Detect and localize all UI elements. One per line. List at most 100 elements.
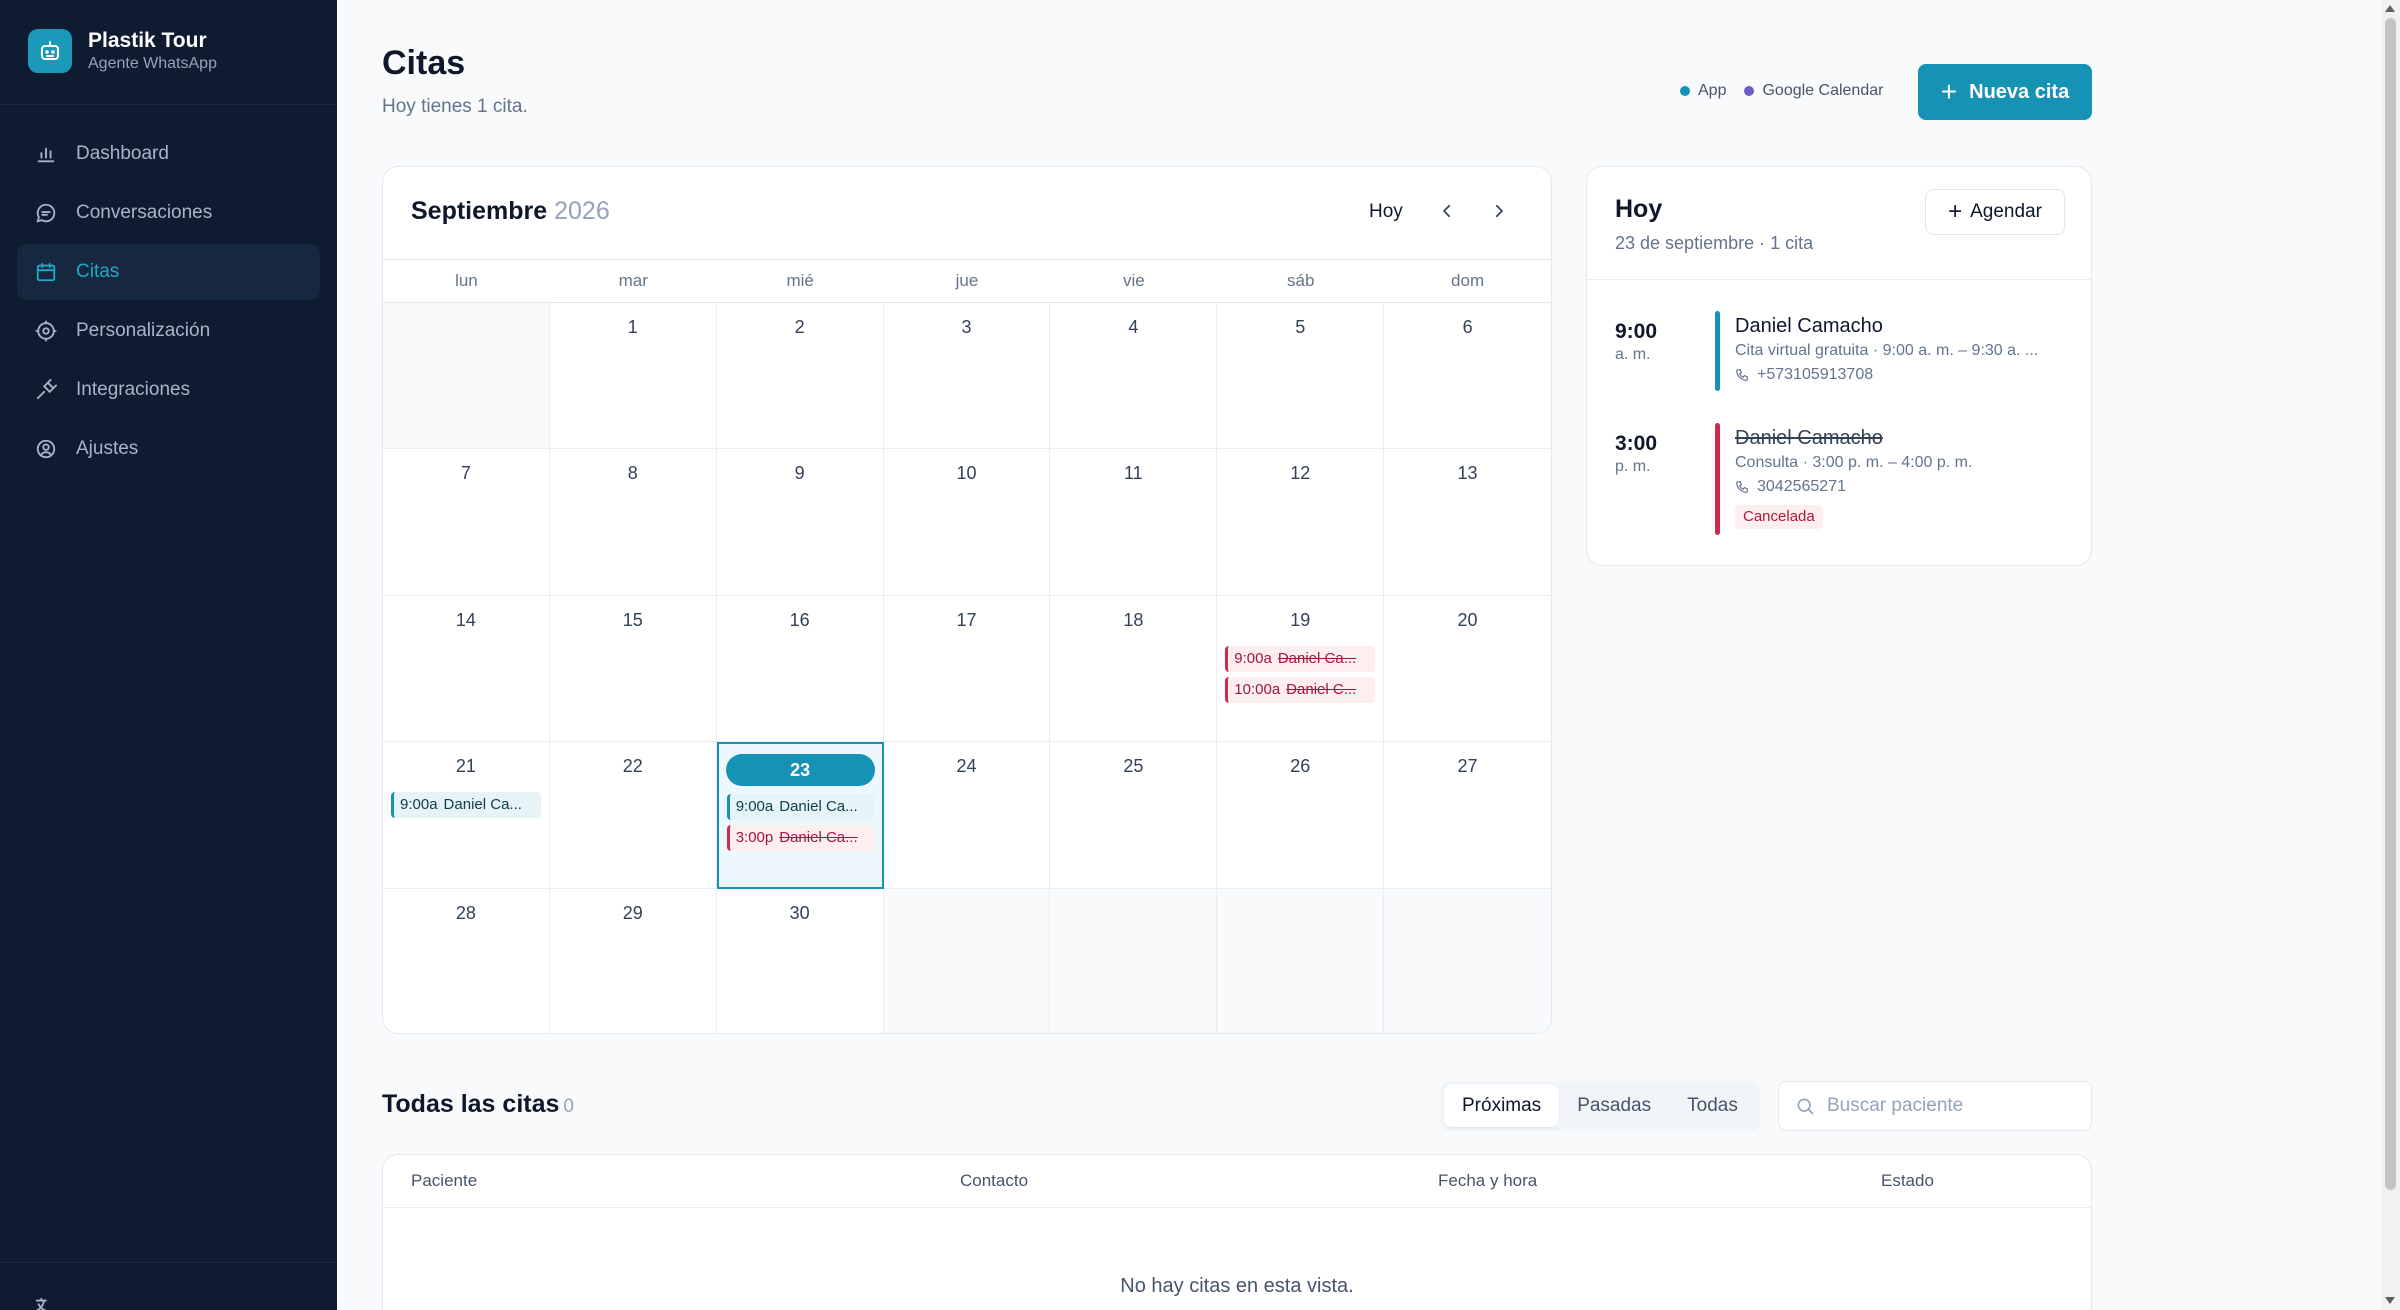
calendar-day[interactable]: 27 — [1384, 742, 1551, 889]
page-scrollbar[interactable] — [2381, 0, 2400, 1310]
appointment-item[interactable]: 3:00 p. m. Daniel Camacho Consulta · 3:0… — [1615, 423, 2075, 541]
language-icon[interactable] — [34, 1296, 56, 1310]
calendar-day[interactable]: 3 — [883, 303, 1051, 450]
calendar-day[interactable]: 30 — [717, 888, 884, 1033]
sidebar-item-label: Personalización — [76, 320, 211, 341]
calendar-day[interactable]: 2 — [716, 303, 884, 450]
appointment-status-bar — [1715, 311, 1720, 391]
chevron-right-icon[interactable] — [1485, 197, 1513, 225]
sidebar-item-personalizacion[interactable]: Personalización — [17, 303, 320, 359]
calendar-day[interactable]: 29 — [550, 888, 717, 1033]
today-panel-subtitle: 23 de septiembre · 1 cita — [1615, 233, 1814, 253]
calendar-event[interactable]: 9:00a Daniel Ca... — [1225, 645, 1376, 672]
sidebar-item-conversaciones[interactable]: Conversaciones — [17, 185, 320, 241]
brand[interactable]: Plastik Tour Agente WhatsApp — [28, 28, 217, 74]
calendar-day[interactable]: 20 — [1384, 596, 1551, 743]
weekday-label: mié — [786, 271, 814, 290]
calendar-day-number: 30 — [789, 902, 810, 923]
chevron-left-icon[interactable] — [1433, 197, 1461, 225]
sidebar-item-dashboard[interactable]: Dashboard — [17, 126, 320, 182]
calendar-day[interactable]: 19 9:00a Daniel Ca... 10:00a Daniel C... — [1217, 595, 1385, 743]
today-panel-title: Hoy — [1615, 195, 1663, 223]
calendar-day-number: 21 — [455, 756, 476, 777]
page-subtitle: Hoy tienes 1 cita. — [382, 96, 528, 117]
today-panel: Hoy 23 de septiembre · 1 cita + Agendar … — [1586, 166, 2092, 566]
calendar-day[interactable]: 11 — [1050, 449, 1218, 596]
appointment-phone: +573105913708 — [1735, 363, 2075, 387]
calendar-today-button[interactable]: Hoy — [1369, 201, 1403, 223]
calendar-event-time: 9:00a — [1234, 649, 1272, 667]
calendar-day[interactable]: 9 — [716, 449, 884, 596]
sidebar-item-integraciones[interactable]: Integraciones — [17, 362, 320, 418]
calendar-day-number: 20 — [1457, 609, 1478, 630]
sidebar-item-ajustes[interactable]: Ajustes — [17, 421, 320, 477]
status-badge: Cancelada — [1735, 505, 1823, 529]
legend-dot-icon — [1680, 86, 1690, 96]
calendar-day[interactable]: 24 — [883, 742, 1051, 889]
calendar-day[interactable]: 5 — [1217, 303, 1385, 450]
chart-icon — [37, 147, 55, 163]
legend-dot-icon — [1744, 86, 1755, 96]
calendar-day-number: 7 — [460, 463, 471, 484]
calendar-day[interactable]: 8 — [549, 449, 717, 596]
calendar-day-today[interactable]: 23 9:00a Daniel Ca... 3:00p Daniel Ca... — [716, 742, 884, 889]
search-input[interactable] — [1827, 1095, 2077, 1117]
calendar-event[interactable]: 9:00a Daniel Ca... — [726, 794, 874, 821]
calendar-day[interactable]: 6 — [1384, 303, 1551, 450]
calendar-day-number: 1 — [627, 317, 638, 337]
calendar-year: 2026 — [554, 197, 610, 225]
calendar-day-number: 4 — [1128, 317, 1139, 337]
calendar-day-empty — [1384, 888, 1551, 1033]
sidebar-divider — [0, 1262, 337, 1263]
calendar-day[interactable]: 12 — [1217, 449, 1385, 596]
legend-label: App — [1698, 82, 1727, 99]
scroll-up-arrow-icon[interactable] — [2385, 5, 2395, 12]
calendar-day[interactable]: 22 — [549, 742, 717, 889]
sidebar: Plastik Tour Agente WhatsApp Dashboard C… — [0, 0, 337, 1310]
tab-pasadas[interactable]: Pasadas — [1559, 1085, 1669, 1127]
calendar-day[interactable]: 26 — [1217, 742, 1385, 889]
calendar-day-events: 9:00a Daniel Ca... 10:00a Daniel C... — [1225, 645, 1376, 708]
calendar-day[interactable]: 7 — [383, 449, 550, 596]
column-header-estado[interactable]: Estado — [1881, 1171, 1934, 1191]
calendar-event[interactable]: 9:00a Daniel Ca... — [391, 792, 541, 819]
calendar-event[interactable]: 3:00p Daniel Ca... — [726, 825, 874, 852]
appointment-item[interactable]: 9:00 a. m. Daniel Camacho Cita virtual g… — [1615, 311, 2075, 399]
schedule-button[interactable]: + Agendar — [1925, 189, 2065, 235]
calendar-day[interactable]: 21 9:00a Daniel Ca... — [383, 742, 550, 889]
new-appointment-button[interactable]: + Nueva cita — [1918, 64, 2092, 120]
calendar-day[interactable]: 4 — [1050, 303, 1218, 450]
calendar-day[interactable]: 10 — [883, 449, 1051, 596]
plus-icon: + — [1948, 198, 1963, 225]
calendar-day[interactable]: 14 — [383, 595, 550, 743]
tab-todas[interactable]: Todas — [1669, 1085, 1756, 1127]
calendar-day[interactable]: 13 — [1384, 449, 1551, 596]
calendar-day[interactable]: 28 — [383, 888, 550, 1033]
calendar-day[interactable]: 25 — [1050, 742, 1218, 889]
tab-proximas[interactable]: Próximas — [1444, 1085, 1560, 1127]
weekday-header: lun mar mié jue vie sáb dom — [383, 259, 1551, 303]
calendar-day[interactable]: 17 — [883, 595, 1051, 743]
calendar-event-name: Daniel C... — [1286, 680, 1357, 698]
column-header-contacto[interactable]: Contacto — [960, 1171, 1028, 1191]
calendar-day[interactable]: 1 — [549, 303, 717, 450]
column-header-paciente[interactable]: Paciente — [411, 1171, 477, 1191]
calendar-day[interactable]: 16 — [716, 595, 884, 743]
sidebar-divider — [0, 104, 337, 105]
weekday-label: lun — [455, 271, 478, 290]
scroll-down-arrow-icon[interactable] — [2385, 1297, 2395, 1304]
scrollbar-thumb[interactable] — [2385, 18, 2396, 1190]
calendar-event[interactable]: 10:00a Daniel C... — [1225, 676, 1376, 703]
column-header-fecha[interactable]: Fecha y hora — [1438, 1171, 1537, 1191]
calendar-day[interactable]: 15 — [549, 595, 717, 743]
chat-icon — [36, 203, 56, 223]
all-appointments-title: Todas las citas 0 — [382, 1090, 574, 1119]
sidebar-item-citas[interactable]: Citas — [17, 244, 320, 300]
brand-name: Plastik Tour — [88, 29, 207, 52]
sidebar-item-label: Ajustes — [76, 438, 139, 459]
calendar-event-time: 9:00a — [400, 796, 438, 814]
calendar-day[interactable]: 18 — [1050, 595, 1218, 743]
appointment-hour: 3:00 — [1615, 432, 1658, 455]
weekday-label: dom — [1451, 271, 1485, 290]
patient-search[interactable] — [1778, 1081, 2092, 1131]
